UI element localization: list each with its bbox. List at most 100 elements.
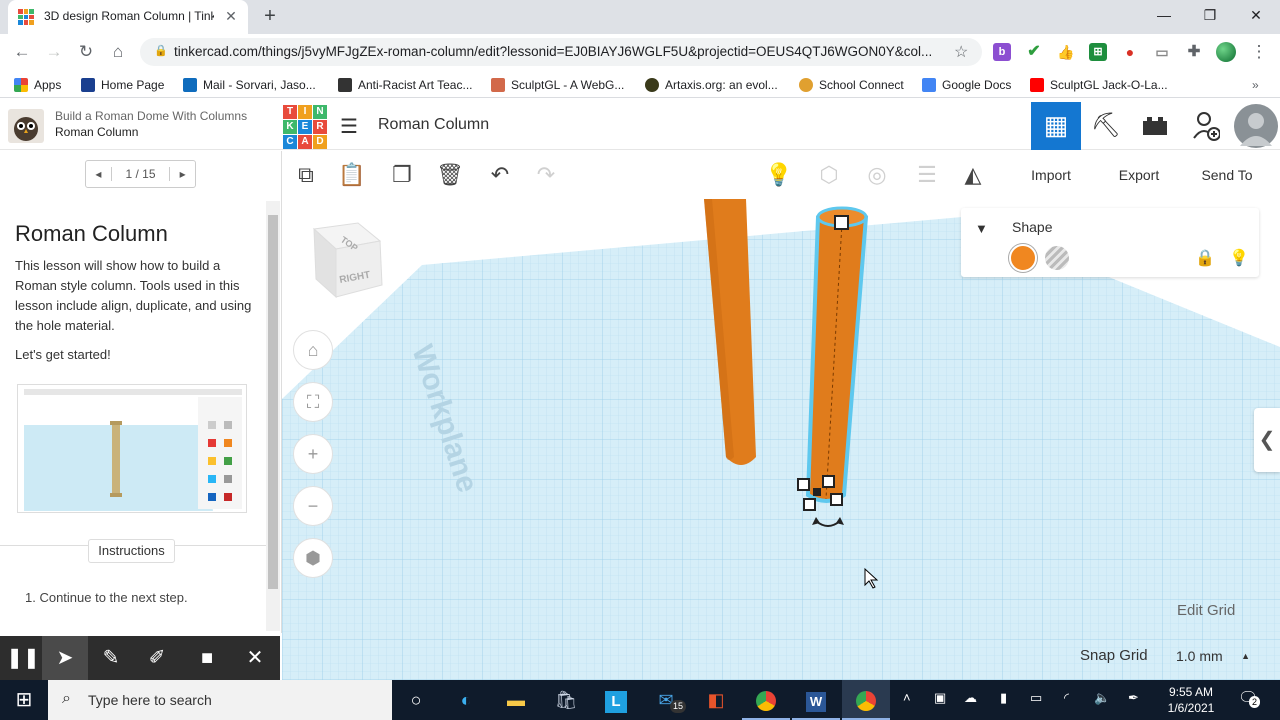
l-app-icon[interactable]: L [592,680,640,720]
file-explorer-icon[interactable]: ▬ [492,680,540,720]
view-cube[interactable]: TOP RIGHT [310,221,390,301]
windows-start-icon[interactable]: ⊞ [0,680,48,720]
collapse-inspector-icon[interactable]: ▼ [975,221,988,236]
delete-icon[interactable]: 🗑 [432,159,468,191]
design-name[interactable]: Roman Column [378,116,489,134]
more-bookmarks-icon[interactable]: » [1252,76,1259,94]
bricks-icon[interactable] [1131,102,1179,150]
undo-icon[interactable]: ↶ [482,159,518,191]
extension-check-icon[interactable]: ✔ [1025,43,1043,61]
system-clock[interactable]: 9:55 AM 1/6/2021 [1160,684,1222,716]
bookmark-sculptgl-jack[interactable]: SculptGL Jack-O-La... [1030,76,1168,94]
lesson-project-title[interactable]: Build a Roman Dome With Columns [55,109,247,123]
notification-center-icon[interactable]: 🗨 2 [1238,688,1261,708]
bookmark-artaxis[interactable]: Artaxis.org: an evol... [645,76,778,94]
tinkercad-logo[interactable]: T I N K E R C A D [283,105,327,149]
bookmark-anti-racist-art[interactable]: Anti-Racist Art Teac... [338,76,473,94]
zoom-in-icon[interactable]: + [293,434,333,474]
close-tab-icon[interactable]: ✕ [222,7,240,25]
solid-color-button[interactable] [1009,244,1037,272]
export-button[interactable]: Export [1108,159,1170,191]
battery-icon[interactable]: ▭ [1030,690,1042,706]
pen-tool-icon[interactable]: ✎ [88,636,134,680]
bookmark-apps[interactable]: Apps [14,76,61,94]
duplicate-icon[interactable]: ❐ [384,159,420,191]
import-button[interactable]: Import [1020,159,1082,191]
address-bar[interactable]: 🔒 tinkercad.com/things/j5vyMFJgZEx-roman… [140,38,982,66]
tray-meet-icon[interactable]: ▣ [934,690,946,706]
edit-grid-button[interactable]: Edit Grid [1177,602,1235,619]
home-icon[interactable]: ⌂ [107,42,129,64]
word-icon[interactable]: W [792,680,840,720]
fit-view-icon[interactable]: ⛶ [293,382,333,422]
redo-icon[interactable]: ↷ [528,159,564,191]
resize-handle[interactable] [830,493,843,506]
bookmark-star-icon[interactable]: ☆ [954,42,968,62]
perspective-cube-icon[interactable]: ⬢ [293,538,333,578]
browser-menu-icon[interactable]: ⋮ [1248,42,1270,64]
extensions-puzzle-icon[interactable]: ✚ [1185,43,1203,61]
minimize-icon[interactable]: — [1144,4,1184,28]
extension-sheets-icon[interactable]: ⊞ [1089,43,1107,61]
extension-record-icon[interactable]: ● [1121,43,1139,61]
step-selector[interactable]: 1 / 15 [112,167,169,181]
back-icon[interactable]: ← [11,42,33,64]
camera-icon[interactable]: ■ [184,636,230,680]
design-workspace[interactable]: Workplane ⧉ 📋 ❐ 🗑 ↶ ↷ 💡 ⬡ ◎ ☰ ◭ Import E… [282,151,1280,680]
height-handle[interactable] [834,215,849,230]
user-profile-avatar[interactable] [1234,104,1278,148]
resize-handle[interactable] [822,475,835,488]
lock-icon[interactable]: 🔒 [154,44,168,57]
pickaxe-icon[interactable]: ⛏ [1082,102,1130,150]
paste-icon[interactable]: 📋 [334,159,370,191]
extension-window-icon[interactable]: ▭ [1153,43,1171,61]
edge-icon[interactable]: ◐ [442,680,490,720]
pointer-tool-icon[interactable]: ➤ [42,636,88,680]
forward-icon[interactable]: → [43,42,65,64]
mirror-icon[interactable]: ◭ [955,159,991,191]
home-view-icon[interactable]: ⌂ [293,330,333,370]
mail-icon[interactable]: ✉ 15 [642,680,690,720]
lesson-preview-image[interactable] [17,384,247,513]
volume-icon[interactable]: 🔈 [1094,690,1110,706]
zoom-out-icon[interactable]: − [293,486,333,526]
taskbar-search[interactable]: ⌕ Type here to search [48,680,392,720]
hole-button[interactable] [1045,246,1069,270]
profile-avatar-icon[interactable] [1216,42,1236,62]
reload-icon[interactable]: ↻ [75,42,97,64]
chrome-active-icon[interactable] [842,680,890,720]
bookmark-google-docs[interactable]: Google Docs [922,76,1011,94]
close-recorder-icon[interactable]: ✕ [232,636,278,680]
extension-b-icon[interactable]: b [993,43,1011,61]
highlighter-icon[interactable]: ✐ [134,636,180,680]
pen-tray-icon[interactable]: ✒ [1128,690,1139,706]
copy-icon[interactable]: ⧉ [288,159,324,191]
store-icon[interactable]: 🛍 [542,680,590,720]
3d-view-grid-icon[interactable]: ▦ [1031,102,1081,150]
office-icon[interactable]: ◧ [692,680,740,720]
lesson-scrollbar[interactable] [266,201,280,631]
align-icon[interactable]: ☰ [909,159,945,191]
scrollbar-thumb[interactable] [268,215,278,589]
resize-handle[interactable] [797,478,810,491]
center-handle[interactable] [813,488,821,496]
bookmark-sculptgl[interactable]: SculptGL - A WebG... [491,76,624,94]
expand-shapes-panel-icon[interactable]: ❮ [1254,408,1280,472]
usb-icon[interactable]: ▮ [1000,690,1007,706]
cortana-icon[interactable]: ○ [392,680,440,720]
light-bulb-icon[interactable]: 💡 [1229,248,1249,268]
resize-handle[interactable] [803,498,816,511]
send-to-button[interactable]: Send To [1194,159,1260,191]
snap-grid-select[interactable]: 1.0 mm ▲ [1172,645,1258,667]
restore-icon[interactable]: ❐ [1190,4,1230,28]
prev-step-icon[interactable]: ◂ [86,167,112,181]
wifi-icon[interactable]: ◜ [1064,690,1069,706]
add-user-icon[interactable] [1182,102,1230,150]
instructions-tab[interactable]: Instructions [88,539,175,563]
extension-thumbs-up-icon[interactable]: 👍 [1057,43,1075,61]
new-tab-icon[interactable]: + [258,5,282,29]
design-list-icon[interactable]: ☰ [340,114,358,139]
bookmark-home-page[interactable]: Home Page [81,76,164,94]
group-icon[interactable]: ⬡ [811,159,847,191]
tray-chevron-up-icon[interactable]: ˄ [903,690,911,705]
